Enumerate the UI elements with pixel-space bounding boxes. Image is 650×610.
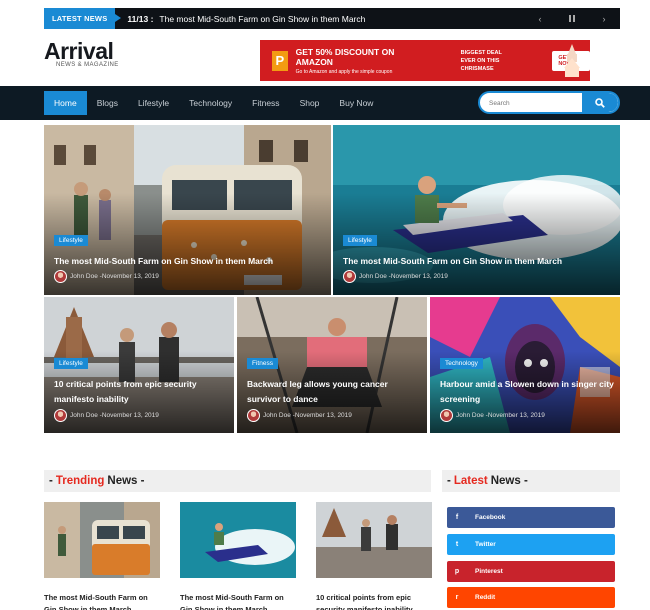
reddit-icon: r: [455, 594, 459, 601]
feature-title[interactable]: Harbour amid a Slowen down in singer cit…: [440, 377, 615, 407]
facebook-icon: f: [455, 514, 459, 521]
trending-thumbnail[interactable]: [180, 502, 296, 578]
heading-rest: News -: [490, 475, 528, 487]
ticker-pause-button[interactable]: [556, 8, 588, 29]
nav-item-buy-now[interactable]: Buy Now: [329, 91, 383, 115]
ad-deal-text: BIGGEST DEAL EVER ON THIS CHRISMASE: [461, 49, 533, 73]
search-icon: [595, 97, 605, 108]
breaking-news-ticker: LATEST NEWS 11/13 : The most Mid-South F…: [44, 8, 620, 29]
trending-title[interactable]: The most Mid-South Farm on Gin Show in t…: [180, 592, 298, 610]
heading-accent: Latest: [453, 475, 488, 487]
author-avatar: [54, 409, 67, 422]
heading-dash: -: [447, 475, 451, 487]
feature-card[interactable]: Lifestyle The most Mid-South Farm on Gin…: [333, 125, 620, 295]
search-box: [478, 91, 620, 114]
ticker-prev-button[interactable]: ‹: [524, 8, 556, 29]
feature-card[interactable]: Technology Harbour amid a Slowen down in…: [430, 297, 620, 433]
nav-item-shop[interactable]: Shop: [290, 91, 330, 115]
trending-title[interactable]: The most Mid-South Farm on Gin Show in t…: [44, 592, 162, 610]
post-meta: John Doe - November 13, 2019: [343, 270, 448, 283]
author-name[interactable]: John Doe: [359, 273, 387, 280]
category-badge[interactable]: Technology: [440, 358, 483, 369]
nav-item-blogs[interactable]: Blogs: [87, 91, 128, 115]
post-meta: John Doe - November 13, 2019: [247, 409, 352, 422]
feature-card[interactable]: Lifestyle The most Mid-South Farm on Gin…: [44, 125, 331, 295]
logo-subtitle: NEWS & MAGAZINE: [56, 62, 119, 68]
trending-image-runners: [316, 502, 432, 578]
author-avatar: [440, 409, 453, 422]
post-meta: John Doe - November 13, 2019: [440, 409, 545, 422]
pinterest-icon: p: [454, 568, 460, 575]
author-name[interactable]: John Doe: [263, 412, 291, 419]
heading-dash: -: [49, 475, 53, 487]
latest-section-heading: - Latest News -: [442, 470, 620, 492]
trending-thumbnail[interactable]: [316, 502, 432, 578]
author-avatar: [343, 270, 356, 283]
trending-image-jetski: [180, 502, 296, 578]
social-label: Reddit: [475, 594, 496, 601]
trending-section-heading: - Trending News -: [44, 470, 431, 492]
ad-title: GET 50% DISCOUNT ON AMAZON: [295, 46, 395, 67]
category-badge[interactable]: Lifestyle: [54, 235, 88, 246]
nav-item-technology[interactable]: Technology: [179, 91, 242, 115]
author-name[interactable]: John Doe: [70, 412, 98, 419]
author-avatar: [54, 270, 67, 283]
ticker-headline-link[interactable]: The most Mid-South Farm on Gin Show in t…: [159, 14, 365, 24]
twitter-icon: t: [455, 541, 459, 548]
ad-banner[interactable]: P GET 50% DISCOUNT ON AMAZON Go to Amazo…: [260, 40, 590, 81]
social-label: Pinterest: [475, 568, 503, 575]
pinterest-share-button[interactable]: p Pinterest: [447, 561, 615, 582]
feature-title[interactable]: 10 critical points from epic security ma…: [54, 377, 229, 407]
ad-deal-line2: EVER ON THIS CHRISMASE: [460, 57, 500, 72]
search-input[interactable]: [489, 96, 579, 110]
post-date: November 13, 2019: [101, 412, 159, 419]
feature-title[interactable]: Backward leg allows young cancer survivo…: [247, 377, 422, 407]
ad-subtitle: Go to Amazon and apply the simple coupon: [295, 68, 393, 75]
gift-tower-icon: [564, 44, 580, 77]
post-meta: John Doe - November 13, 2019: [54, 270, 159, 283]
twitter-share-button[interactable]: t Twitter: [447, 534, 615, 555]
ad-deal-line1: BIGGEST DEAL: [460, 49, 502, 56]
category-badge[interactable]: Lifestyle: [54, 358, 88, 369]
ticker-label: LATEST NEWS: [44, 8, 122, 29]
post-date: November 13, 2019: [487, 412, 545, 419]
post-meta: John Doe - November 13, 2019: [54, 409, 159, 422]
author-avatar: [247, 409, 260, 422]
logo-title: Arrival: [44, 38, 114, 64]
category-badge[interactable]: Fitness: [247, 358, 278, 369]
ticker-next-button[interactable]: ›: [588, 8, 620, 29]
search-button[interactable]: [582, 93, 618, 112]
nav-item-lifestyle[interactable]: Lifestyle: [128, 91, 179, 115]
feature-card[interactable]: Fitness Backward leg allows young cancer…: [237, 297, 427, 433]
site-logo[interactable]: Arrival NEWS & MAGAZINE: [44, 39, 119, 68]
nav-menu: Home Blogs Lifestyle Technology Fitness …: [44, 91, 383, 115]
feature-title[interactable]: The most Mid-South Farm on Gin Show in t…: [54, 254, 324, 269]
social-label: Facebook: [475, 514, 506, 521]
trending-title[interactable]: 10 critical points from epic security ma…: [316, 592, 434, 610]
facebook-share-button[interactable]: f Facebook: [447, 507, 615, 528]
feature-title[interactable]: The most Mid-South Farm on Gin Show in t…: [343, 254, 613, 269]
heading-accent: Trending: [55, 475, 105, 487]
nav-item-home[interactable]: Home: [44, 91, 87, 115]
feature-card[interactable]: Lifestyle 10 critical points from epic s…: [44, 297, 234, 433]
ad-brand-icon: P: [272, 50, 288, 71]
ticker-controls: ‹ ›: [524, 8, 620, 29]
nav-item-fitness[interactable]: Fitness: [242, 91, 289, 115]
post-date: November 13, 2019: [101, 273, 159, 280]
reddit-share-button[interactable]: r Reddit: [447, 587, 615, 608]
author-name[interactable]: John Doe: [70, 273, 98, 280]
heading-rest: News -: [107, 475, 145, 487]
post-date: November 13, 2019: [294, 412, 352, 419]
author-name[interactable]: John Doe: [456, 412, 484, 419]
pause-icon: [569, 15, 575, 22]
post-date: November 13, 2019: [390, 273, 448, 280]
social-label: Twitter: [475, 541, 496, 548]
trending-image-van: [44, 502, 160, 578]
ticker-count: 11/13 :: [127, 13, 154, 24]
trending-thumbnail[interactable]: [44, 502, 160, 578]
category-badge[interactable]: Lifestyle: [343, 235, 377, 246]
